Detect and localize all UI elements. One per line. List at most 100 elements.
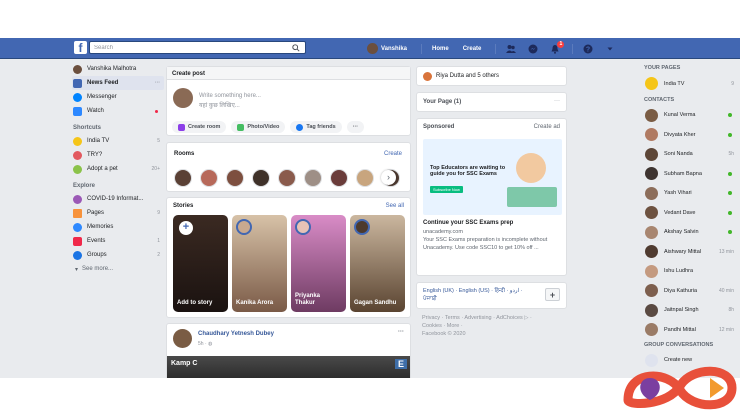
- room-avatar[interactable]: [200, 169, 218, 187]
- post-composer-input[interactable]: Write something here... यहां कुछ लिखिए..…: [199, 91, 261, 111]
- story-card[interactable]: Priyanka Thakur: [291, 215, 346, 312]
- room-avatar[interactable]: [226, 169, 244, 187]
- sidebar-item-covid[interactable]: COVID-19 Informat...: [72, 192, 164, 206]
- room-avatar[interactable]: [174, 169, 192, 187]
- story-label: Add to story: [177, 300, 213, 306]
- profile-link[interactable]: Vanshika: [381, 46, 407, 52]
- contact-item[interactable]: Akshay Salvin: [640, 223, 740, 243]
- your-page-more[interactable]: ···: [554, 98, 560, 104]
- photo-icon: [237, 123, 245, 131]
- news-feed-more[interactable]: ···: [155, 80, 160, 86]
- create-link[interactable]: Create: [463, 46, 482, 52]
- add-language-button[interactable]: +: [545, 288, 560, 301]
- room-avatar[interactable]: [330, 169, 348, 187]
- sidebar-item-memories[interactable]: Memories: [72, 220, 164, 234]
- friend-requests-icon[interactable]: [506, 44, 517, 54]
- post-options-button[interactable]: ···: [398, 329, 404, 335]
- footer-line-2[interactable]: Cookies · More ·: [422, 322, 572, 330]
- story-card[interactable]: Gagan Sandhu: [350, 215, 405, 312]
- contact-item[interactable]: Subham Bapna: [640, 164, 740, 184]
- search-box[interactable]: [89, 41, 306, 54]
- sidebar-item-try[interactable]: TRY?: [72, 148, 164, 162]
- friend-avatar: [423, 72, 432, 81]
- video-camera-icon: [178, 123, 185, 131]
- contact-item[interactable]: Soni Nanda 5h: [640, 145, 740, 165]
- contact-name: Ishu Ludhra: [664, 268, 694, 275]
- photo-video-button[interactable]: Photo/Video: [231, 121, 286, 133]
- help-icon[interactable]: ?: [583, 44, 593, 54]
- contact-item[interactable]: Aishwary Mittal 13 min: [640, 242, 740, 262]
- tag-friends-button[interactable]: Tag friends: [290, 121, 342, 133]
- contact-avatar: [645, 225, 658, 239]
- more-options-button[interactable]: ···: [346, 121, 365, 133]
- contact-item[interactable]: Kunal Verma: [640, 106, 740, 126]
- sidebar-item-news-feed[interactable]: News Feed ···: [72, 76, 164, 90]
- contact-avatar: [645, 206, 658, 220]
- divider: [495, 43, 497, 54]
- rooms-avatars: [174, 169, 408, 187]
- sidebar-profile[interactable]: Vanshika Malhotra: [72, 62, 164, 76]
- post-author-name[interactable]: Chaudhary Yetnesh Dubey: [198, 331, 274, 337]
- contact-item[interactable]: Ishu Ludhra: [640, 262, 740, 282]
- account-menu-caret-icon[interactable]: [605, 44, 615, 54]
- rooms-next-chevron-icon[interactable]: ›: [381, 170, 396, 185]
- add-to-story[interactable]: + Add to story: [173, 215, 228, 312]
- post-author-avatar[interactable]: [173, 329, 192, 348]
- sidebar-item-india-tv[interactable]: India TV 5: [72, 134, 164, 148]
- sidebar-item-count: 2: [157, 252, 160, 258]
- room-avatar[interactable]: [278, 169, 296, 187]
- online-status-dot: [728, 191, 732, 196]
- contact-avatar: [645, 245, 658, 259]
- post-timestamp: 5h · ◍: [198, 341, 212, 347]
- profile-avatar[interactable]: [367, 43, 378, 54]
- contact-item[interactable]: Yash Vihari: [640, 184, 740, 204]
- create-room-link[interactable]: Create: [384, 151, 402, 157]
- create-ad-link[interactable]: Create ad: [534, 124, 560, 130]
- watch-new-dot: [155, 109, 158, 113]
- sidebar-item-count: 5: [157, 138, 160, 144]
- see-all-stories-link[interactable]: See all: [386, 203, 404, 209]
- ad-image[interactable]: Top Educators are waiting to guide you f…: [423, 139, 562, 215]
- footer-line-1[interactable]: Privacy · Terms · Advertising · AdChoice…: [422, 314, 572, 322]
- ad-person-illustration: [516, 153, 546, 183]
- messenger-icon[interactable]: [528, 44, 538, 54]
- contact-item[interactable]: Divyata Kher: [640, 125, 740, 145]
- create-room-button[interactable]: Create room: [172, 121, 227, 133]
- language-punjabi[interactable]: ਪੰਜਾਬੀ: [423, 295, 538, 303]
- covid-info-icon: [73, 194, 82, 204]
- sidebar-item-messenger[interactable]: Messenger: [72, 90, 164, 104]
- notifications-button[interactable]: 1: [550, 40, 565, 54]
- feed-post: Chaudhary Yetnesh Dubey 5h · ◍ ··· Kamp …: [166, 323, 411, 378]
- language-list[interactable]: English (UK) · English (US) · हिन्दी · ا…: [423, 287, 538, 295]
- online-status-dot: [728, 230, 732, 235]
- contact-item[interactable]: Diya Kathuria 40 min: [640, 281, 740, 301]
- friend-activity-card[interactable]: Riya Dutta and 5 others: [416, 66, 567, 86]
- sidebar-item-events[interactable]: Events 1: [72, 234, 164, 248]
- contact-avatar: [645, 108, 658, 122]
- room-avatar[interactable]: [304, 169, 322, 187]
- story-card[interactable]: Kanika Arora: [232, 215, 287, 312]
- search-icon[interactable]: [292, 44, 300, 52]
- composer-placeholder-hindi: यहां कुछ लिखिए...: [199, 103, 240, 109]
- ad-title[interactable]: Continue your SSC Exams prep: [423, 220, 513, 226]
- sidebar-item-pages[interactable]: Pages 9: [72, 206, 164, 220]
- facebook-logo[interactable]: f: [74, 41, 87, 54]
- chevron-down-icon: ▾: [75, 266, 79, 273]
- post-image[interactable]: Kamp C E: [167, 356, 410, 378]
- your-page-title[interactable]: Your Page (1): [423, 99, 461, 105]
- sidebar-item-watch[interactable]: Watch: [72, 104, 164, 118]
- sidebar-item-adopt-a-pet[interactable]: Adopt a pet 20+: [72, 162, 164, 176]
- contact-item[interactable]: Vedant Dave: [640, 203, 740, 223]
- contact-item[interactable]: Pandhi Mittal 12 min: [640, 320, 740, 340]
- contact-name: Kunal Verma: [664, 112, 696, 119]
- contact-item[interactable]: Jaitnpal Singh 8h: [640, 301, 740, 321]
- online-status-dot: [728, 113, 732, 118]
- your-page-item[interactable]: India TV 9: [640, 74, 740, 94]
- room-avatar[interactable]: [356, 169, 374, 187]
- sidebar-item-groups[interactable]: Groups 2: [72, 248, 164, 262]
- room-avatar[interactable]: [252, 169, 270, 187]
- home-link[interactable]: Home: [432, 46, 449, 52]
- see-more-link[interactable]: ▾ See more...: [72, 262, 164, 276]
- search-input[interactable]: [90, 42, 290, 53]
- create-room-label: Create room: [188, 124, 221, 130]
